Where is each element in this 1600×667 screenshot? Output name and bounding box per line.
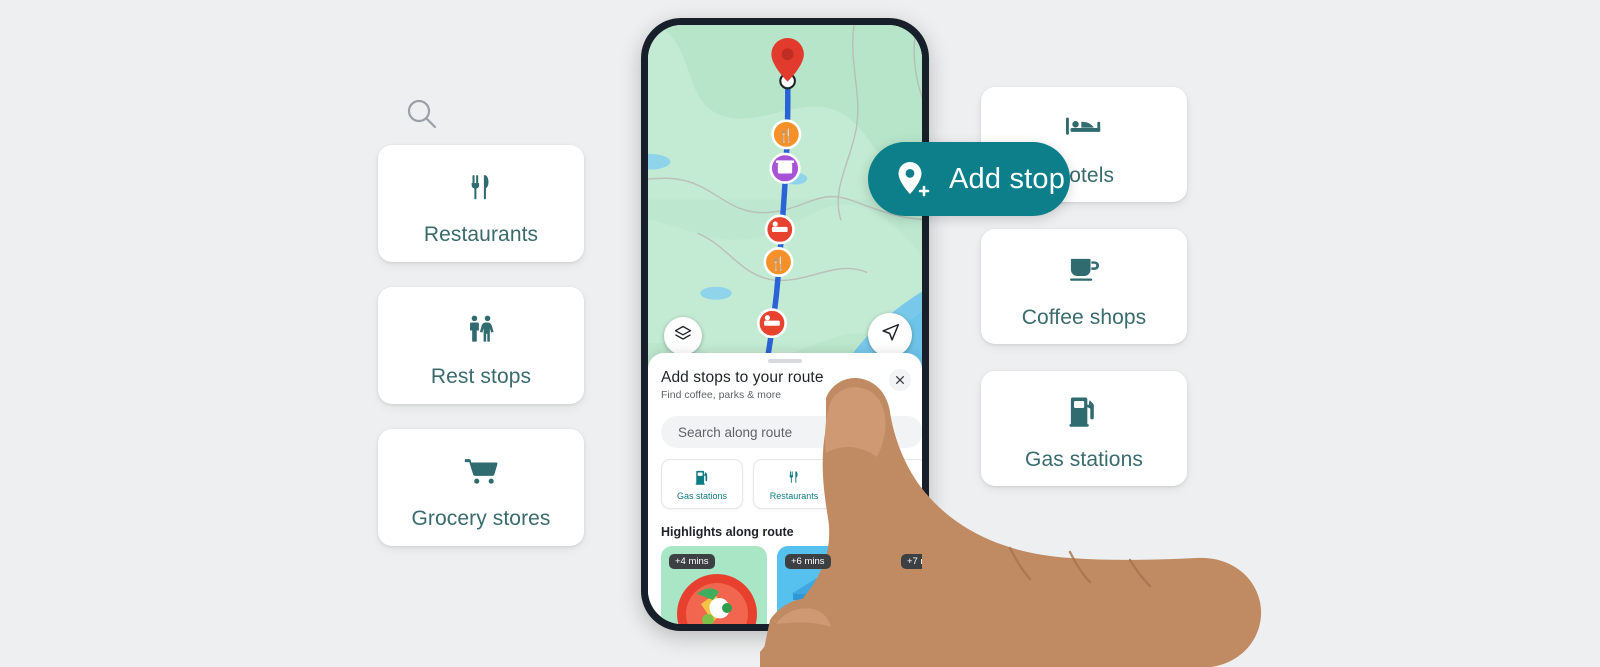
gas-pump-icon — [1068, 386, 1100, 438]
bed-icon — [1064, 102, 1104, 154]
fork-knife-icon — [464, 161, 498, 213]
highlights-row: +4 mins +6 mins +7 — [661, 546, 922, 624]
category-card-gas[interactable]: Gas stations — [981, 371, 1187, 486]
add-stop-label: Add stop — [949, 162, 1066, 195]
svg-text:🍴: 🍴 — [770, 256, 786, 272]
map-pin-plus-icon — [892, 157, 936, 201]
shopping-cart-icon — [462, 445, 500, 497]
map-layers-button[interactable] — [664, 317, 702, 355]
chip-restaurants[interactable]: Restaurants — [753, 459, 835, 509]
category-card-label: Coffee shops — [1021, 305, 1147, 329]
navigation-arrow-icon — [880, 322, 901, 348]
highlight-card-third[interactable]: +7 mins — [893, 546, 922, 624]
highlight-card-museum[interactable]: +6 mins — [777, 546, 883, 624]
sheet-title: Add stops to your route — [661, 369, 824, 386]
search-icon[interactable] — [404, 96, 440, 132]
category-card-coffee[interactable]: Coffee shops — [981, 229, 1187, 344]
category-card-label: Gas stations — [1025, 447, 1143, 471]
coffee-cup-icon — [878, 467, 894, 487]
category-card-grocery[interactable]: Grocery stores — [378, 429, 584, 546]
chip-label: Restaurants — [769, 491, 819, 501]
fork-knife-icon — [786, 467, 802, 487]
chip-coffee[interactable]: Coffee — [845, 459, 922, 509]
map-locate-button[interactable] — [868, 313, 912, 357]
coffee-cup-icon — [1066, 244, 1102, 296]
highlight-card-pizza[interactable]: +4 mins — [661, 546, 767, 624]
sheet-drag-handle[interactable] — [768, 359, 802, 363]
category-chip-row: Gas stations Restaurants Coffee — [661, 459, 922, 509]
category-card-restaurants[interactable]: Restaurants — [378, 145, 584, 262]
phone-screen: 🍴 🍴 Add stops to your route Find coffee,… — [648, 25, 922, 624]
screen-root: Restaurants Rest stops Grocery stores Ho… — [0, 0, 1600, 667]
category-card-label: Restaurants — [423, 222, 539, 246]
add-stops-bottom-sheet: Add stops to your route Find coffee, par… — [648, 353, 922, 624]
restroom-icon — [463, 303, 499, 355]
highlight-badge: +7 mins — [901, 554, 922, 569]
layers-icon — [673, 324, 693, 349]
highlights-title: Highlights along route — [661, 525, 794, 539]
gas-pump-icon — [695, 467, 710, 487]
highlight-badge: +4 mins — [669, 554, 715, 569]
category-card-label: Rest stops — [430, 364, 532, 388]
chip-label: Gas stations — [676, 491, 728, 501]
highlight-badge: +6 mins — [785, 554, 831, 569]
phone-mockup: 🍴 🍴 Add stops to your route Find coffee,… — [641, 18, 929, 631]
chip-label: Coffee — [872, 491, 900, 501]
search-input-placeholder: Search along route — [678, 424, 793, 440]
category-card-label: Grocery stores — [411, 506, 551, 530]
svg-text:🍴: 🍴 — [778, 128, 794, 144]
add-stop-button[interactable]: Add stop — [868, 142, 1070, 216]
close-icon[interactable] — [889, 369, 911, 391]
search-along-route-input[interactable]: Search along route — [661, 416, 922, 448]
category-card-rest-stops[interactable]: Rest stops — [378, 287, 584, 404]
chip-gas-stations[interactable]: Gas stations — [661, 459, 743, 509]
sheet-subtitle: Find coffee, parks & more — [661, 389, 782, 401]
